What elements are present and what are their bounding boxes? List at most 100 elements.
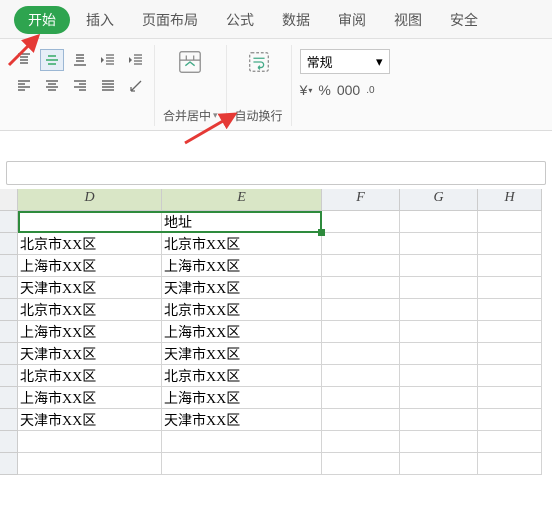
formula-input[interactable] — [6, 161, 546, 185]
cell[interactable]: 天津市XX区 — [162, 277, 322, 299]
currency-button[interactable]: ¥▾ — [300, 82, 313, 98]
percent-button[interactable]: % — [318, 82, 330, 98]
cell[interactable] — [322, 409, 400, 431]
cell[interactable] — [478, 409, 542, 431]
cell[interactable]: 上海市XX区 — [18, 255, 162, 277]
tab-review[interactable]: 审阅 — [326, 6, 378, 34]
cell[interactable]: 北京市XX区 — [162, 365, 322, 387]
cell[interactable] — [18, 211, 162, 233]
cell[interactable] — [322, 343, 400, 365]
col-header-d[interactable]: D — [18, 189, 162, 211]
cell[interactable]: 上海市XX区 — [162, 321, 322, 343]
row-header[interactable] — [0, 409, 18, 431]
col-header-h[interactable]: H — [478, 189, 542, 211]
cell[interactable]: 北京市XX区 — [162, 233, 322, 255]
cell[interactable]: 天津市XX区 — [18, 409, 162, 431]
cell[interactable] — [400, 233, 478, 255]
select-all-corner[interactable] — [0, 189, 18, 211]
merge-center-button[interactable]: 合并居中▾ — [155, 45, 227, 126]
cell[interactable] — [400, 299, 478, 321]
row-header[interactable] — [0, 321, 18, 343]
cell[interactable]: 天津市XX区 — [18, 343, 162, 365]
justify-icon[interactable] — [96, 75, 120, 97]
align-bottom-icon[interactable] — [68, 49, 92, 71]
cell[interactable]: 天津市XX区 — [162, 343, 322, 365]
indent-increase-icon[interactable] — [124, 49, 148, 71]
cell[interactable] — [478, 387, 542, 409]
cell[interactable]: 北京市XX区 — [162, 299, 322, 321]
cell[interactable] — [322, 299, 400, 321]
spreadsheet-grid[interactable]: D E F G H 地址 北京市XX区北京市XX区上海市XX区上海市XX区天津市… — [0, 189, 552, 475]
cell[interactable] — [322, 211, 400, 233]
cell[interactable] — [478, 299, 542, 321]
number-format-select[interactable]: 常规 ▾ — [300, 49, 390, 74]
cell[interactable] — [400, 277, 478, 299]
cell[interactable] — [400, 211, 478, 233]
cell[interactable] — [400, 255, 478, 277]
cell[interactable] — [400, 365, 478, 387]
indent-decrease-icon[interactable] — [96, 49, 120, 71]
cell[interactable] — [478, 321, 542, 343]
tab-data[interactable]: 数据 — [270, 6, 322, 34]
cell[interactable]: 北京市XX区 — [18, 365, 162, 387]
col-header-f[interactable]: F — [322, 189, 400, 211]
cell[interactable] — [400, 453, 478, 475]
cell[interactable] — [322, 233, 400, 255]
row-header[interactable] — [0, 387, 18, 409]
align-top-icon[interactable] — [12, 49, 36, 71]
cell[interactable]: 上海市XX区 — [18, 321, 162, 343]
align-middle-icon[interactable] — [40, 49, 64, 71]
col-header-g[interactable]: G — [400, 189, 478, 211]
tab-insert[interactable]: 插入 — [74, 6, 126, 34]
cell[interactable]: 北京市XX区 — [18, 299, 162, 321]
cell[interactable] — [322, 365, 400, 387]
cell[interactable] — [322, 255, 400, 277]
tab-start[interactable]: 开始 — [14, 6, 70, 34]
col-header-e[interactable]: E — [162, 189, 322, 211]
cell[interactable] — [478, 431, 542, 453]
align-left-icon[interactable] — [12, 75, 36, 97]
cell[interactable]: 上海市XX区 — [162, 255, 322, 277]
row-header[interactable] — [0, 299, 18, 321]
cell[interactable] — [400, 321, 478, 343]
tab-view[interactable]: 视图 — [382, 6, 434, 34]
cell[interactable]: 上海市XX区 — [18, 387, 162, 409]
wrap-text-button[interactable]: 自动换行 — [227, 45, 292, 126]
cell[interactable] — [478, 211, 542, 233]
cell[interactable] — [162, 453, 322, 475]
row-header[interactable] — [0, 277, 18, 299]
align-center-icon[interactable] — [40, 75, 64, 97]
cell[interactable] — [400, 431, 478, 453]
cell[interactable] — [18, 453, 162, 475]
cell[interactable] — [322, 387, 400, 409]
cell[interactable] — [400, 387, 478, 409]
cell[interactable] — [322, 431, 400, 453]
cell[interactable]: 天津市XX区 — [18, 277, 162, 299]
cell[interactable]: 天津市XX区 — [162, 409, 322, 431]
row-header[interactable] — [0, 365, 18, 387]
cell[interactable] — [478, 453, 542, 475]
align-right-icon[interactable] — [68, 75, 92, 97]
row-header[interactable] — [0, 343, 18, 365]
cell[interactable] — [322, 277, 400, 299]
cell[interactable] — [478, 277, 542, 299]
row-header[interactable] — [0, 211, 18, 233]
cell[interactable] — [322, 321, 400, 343]
tab-page-layout[interactable]: 页面布局 — [130, 6, 210, 34]
cell[interactable]: 地址 — [162, 211, 322, 233]
row-header[interactable] — [0, 233, 18, 255]
increase-decimal-button[interactable]: .0 — [366, 85, 374, 96]
row-header[interactable] — [0, 431, 18, 453]
cell[interactable] — [478, 365, 542, 387]
tab-formula[interactable]: 公式 — [214, 6, 266, 34]
cell[interactable]: 北京市XX区 — [18, 233, 162, 255]
tab-safety[interactable]: 安全 — [438, 6, 490, 34]
cell[interactable] — [478, 233, 542, 255]
row-header[interactable] — [0, 255, 18, 277]
thousands-button[interactable]: 000 — [337, 82, 360, 98]
cell[interactable]: 上海市XX区 — [162, 387, 322, 409]
cell[interactable] — [400, 343, 478, 365]
cell[interactable] — [478, 255, 542, 277]
row-header[interactable] — [0, 453, 18, 475]
cell[interactable] — [478, 343, 542, 365]
